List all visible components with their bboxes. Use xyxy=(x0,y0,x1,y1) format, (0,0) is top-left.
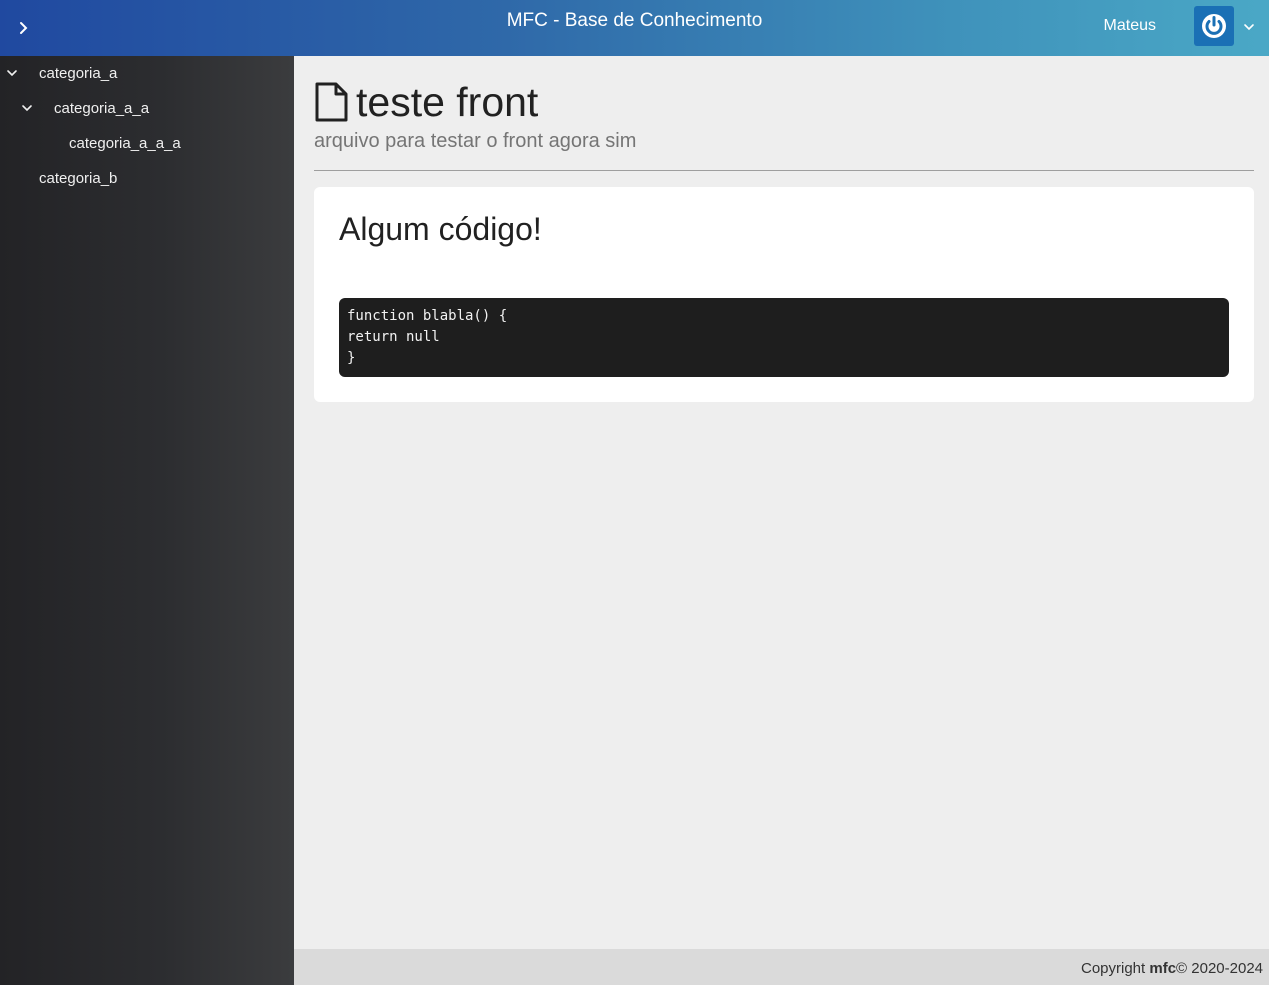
footer: Copyright mfc© 2020-2024 xyxy=(294,949,1269,985)
sidebar-item-label: categoria_a xyxy=(39,64,118,82)
copyright-prefix: Copyright xyxy=(1080,960,1146,977)
sidebar: categoria_a categoria_a_a categoria_a_a_… xyxy=(0,56,294,985)
power-icon xyxy=(1202,14,1226,38)
copyright-brand: mfc xyxy=(1149,960,1177,977)
file-icon xyxy=(315,82,348,122)
card-heading: Algum código! xyxy=(339,211,542,247)
copyright-years: © 2020-2024 xyxy=(1176,960,1263,977)
user-menu-button[interactable] xyxy=(1241,19,1257,35)
document-header: teste front arquivo para testar o front … xyxy=(314,78,1254,153)
app-title: MFC - Base de Conhecimento xyxy=(506,10,763,31)
user-name[interactable]: Mateus xyxy=(1104,17,1156,35)
main-content: teste front arquivo para testar o front … xyxy=(294,56,1269,949)
chevron-down-icon xyxy=(1244,24,1254,31)
sidebar-item-categoria-a-a-a[interactable]: categoria_a_a_a xyxy=(69,128,290,158)
copyright-text: Copyright mfc© 2020-2024 xyxy=(1081,960,1263,977)
sidebar-item-categoria-b[interactable]: categoria_b xyxy=(39,163,290,193)
page-subtitle: arquivo para testar o front agora sim xyxy=(314,130,637,152)
sidebar-item-label: categoria_b xyxy=(39,169,118,187)
sidebar-item-label: categoria_a_a xyxy=(54,99,150,117)
chevron-down-icon[interactable] xyxy=(5,66,19,80)
sidebar-item-categoria-a-a[interactable]: categoria_a_a xyxy=(20,93,290,123)
code-block: function blabla() { return null } xyxy=(339,298,1229,377)
content-card: Algum código! function blabla() { return… xyxy=(314,187,1254,402)
app-header: MFC - Base de Conhecimento Mateus xyxy=(0,0,1269,56)
sidebar-item-categoria-a[interactable]: categoria_a xyxy=(5,58,290,88)
divider xyxy=(314,170,1254,171)
chevron-down-icon[interactable] xyxy=(20,101,34,115)
avatar[interactable] xyxy=(1194,6,1234,46)
page-title: teste front xyxy=(356,79,539,125)
sidebar-item-label: categoria_a_a_a xyxy=(69,134,181,152)
